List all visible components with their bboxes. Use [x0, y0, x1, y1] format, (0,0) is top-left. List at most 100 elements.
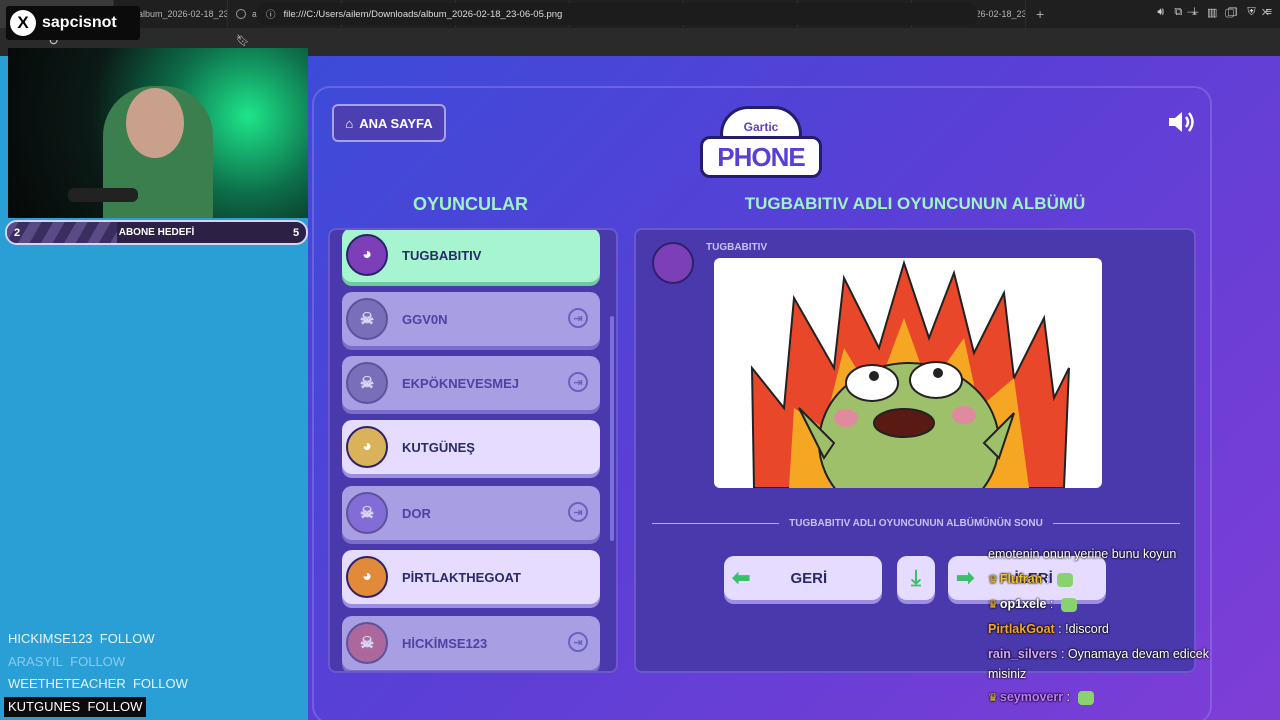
microphone — [68, 188, 138, 202]
player-row[interactable]: ◕ PİRTLAKTHEGOAT — [342, 550, 600, 604]
arrow-left-icon: ⬅ — [732, 565, 751, 590]
album-end-label: TUGBABITIV ADLI OYUNCUNUN ALBÜMÜNÜN SONU — [789, 518, 1043, 529]
players-scrollbar[interactable] — [610, 316, 614, 541]
player-name: DOR — [402, 505, 431, 521]
follow-action: FOLLOW — [87, 698, 143, 714]
follow-row: ARASYIL FOLLOW — [4, 652, 129, 672]
chat-separator: : — [1046, 597, 1057, 611]
fire-frog-drawing — [750, 259, 1070, 488]
back-button[interactable]: ⬅ GERİ — [724, 556, 882, 600]
goal-target: 5 — [292, 226, 300, 239]
bookmark-icon[interactable]: 🔖︎ — [236, 34, 250, 47]
player-avatar: ☠ — [346, 492, 388, 534]
album-drawing — [714, 258, 1102, 488]
streamer-head — [126, 88, 184, 158]
chat-text: !discord — [1065, 622, 1109, 636]
album-title: TUGBABITIV ADLI OYUNCUNUN ALBÜMÜ — [744, 194, 1086, 213]
album-author: TUGBABITIV — [706, 242, 768, 253]
home-icon: ⌂ — [345, 115, 354, 131]
menu-icon[interactable]: ≡ — [1266, 6, 1272, 19]
home-button[interactable]: ⌂ ANA SAYFA — [332, 104, 446, 142]
chat-username: op1xele — [999, 597, 1047, 611]
player-avatar: ☠ — [346, 622, 388, 664]
logo-bottom: PHONE — [700, 136, 822, 178]
player-name: PİRTLAKTHEGOAT — [402, 569, 521, 585]
crown-badge-icon: ♛ — [988, 599, 998, 611]
follow-row: HICKIMSE123 FOLLOW — [4, 629, 159, 649]
player-avatar: ☠ — [346, 298, 388, 340]
download-button[interactable]: ⤓ — [897, 556, 935, 600]
extensions-icon[interactable]: ⧉ — [1174, 6, 1182, 19]
follow-action: FOLLOW — [70, 653, 126, 669]
player-name: KUTGÜNEŞ — [402, 439, 475, 455]
chat-message: emotenin onun yerine bunu koyun — [988, 544, 1238, 566]
webcam-feed — [8, 48, 308, 218]
chat-username: PirtlakGoat — [988, 622, 1055, 636]
follow-row: KUTGUNES FOLLOW — [4, 696, 147, 717]
player-row[interactable]: ◕ KUTGÜNEŞ — [342, 420, 600, 474]
follower-name: ARASYIL — [8, 653, 63, 669]
follower-name: KUTGUNES — [8, 698, 81, 714]
players-title: OYUNCULAR — [413, 194, 528, 214]
chat-message: rain_silvers : Oynamaya devam edicek mis… — [988, 644, 1238, 684]
file-icon — [236, 9, 246, 19]
frog-emote-icon — [1077, 690, 1094, 705]
arrow-right-icon: ➡ — [956, 565, 975, 590]
follower-name: WEETHETEACHER — [8, 676, 126, 691]
disconnected-icon: ⇥ — [568, 632, 588, 652]
chat-separator: : — [1063, 690, 1074, 704]
disconnected-icon: ⇥ — [568, 308, 588, 328]
follow-action: FOLLOW — [99, 631, 155, 646]
disconnected-icon: ⇥ — [568, 502, 588, 522]
x-handle: sapcisnot — [42, 14, 117, 31]
player-name: TUGBABITIV — [402, 247, 482, 263]
download-icon: ⤓ — [911, 565, 921, 590]
follow-row: WEETHETEACHER FOLLOW — [4, 674, 192, 694]
player-avatar: ◕ — [346, 426, 388, 468]
player-name: HİCKİMSE123 — [402, 635, 488, 651]
info-icon: ⓘ — [266, 10, 276, 21]
player-row[interactable]: ☠ HİCKİMSE123 ⇥ — [342, 616, 600, 670]
player-row[interactable]: ☠ EKPÖKNEVESMEJ ⇥ — [342, 356, 600, 410]
back-button-label: GERİ — [790, 569, 828, 587]
logo-top: Gartic — [720, 106, 802, 140]
chat-message: ♛ seymoverr : — [988, 687, 1238, 709]
player-row[interactable]: ◕ TUGBABITIV — [342, 230, 600, 282]
chat-message: ♛ op1xele : — [988, 594, 1238, 616]
frog-emote-icon — [1056, 572, 1073, 587]
player-row[interactable]: ☠ DOR ⇥ — [342, 486, 600, 540]
chat-message: PirtlakGoat : !discord — [988, 619, 1238, 641]
sound-icon[interactable] — [1166, 108, 1196, 136]
tab-label: album_2026-02-18_23 — [138, 9, 228, 19]
player-row[interactable]: ☠ GGV0N ⇥ — [342, 292, 600, 346]
url-field[interactable]: ⓘ file:///C:/Users/ailem/Downloads/album… — [256, 3, 978, 25]
goal-label: ABONE HEDEFİ — [118, 227, 195, 238]
players-panel: ◕ TUGBABITIV ☠ GGV0N ⇥ ☠ EKPÖKNEVESMEJ ⇥ ◕ KUTGÜN… — [328, 228, 618, 673]
stream-chat: emotenin onun yerine bunu koyun ♛ Flufran … — [988, 544, 1238, 712]
new-tab-icon[interactable]: + — [1036, 6, 1044, 22]
sidebar-icon[interactable]: ▥ — [1207, 6, 1217, 19]
player-avatar: ◕ — [346, 556, 388, 598]
downloads-icon[interactable]: ⤓ — [1192, 6, 1197, 19]
follow-action: FOLLOW — [132, 676, 188, 691]
player-avatar: ☠ — [346, 362, 388, 404]
divider-line-left — [652, 523, 780, 524]
chat-username: Flufran — [999, 572, 1043, 586]
crown-badge-icon: ♛ — [988, 692, 998, 704]
shield-icon[interactable]: ⛨ — [1247, 6, 1255, 19]
goal-current: 2 — [13, 226, 21, 239]
chat-separator: : — [1042, 572, 1053, 586]
disconnected-icon: ⇥ — [568, 372, 588, 392]
player-avatar: ◕ — [346, 234, 388, 276]
url-text: file:///C:/Users/ailem/Downloads/album_2… — [283, 8, 563, 20]
x-handle-badge: X sapcisnot — [6, 6, 140, 40]
player-name: EKPÖKNEVESMEJ — [402, 375, 520, 391]
chat-separator: : — [1054, 622, 1066, 636]
read-aloud-icon[interactable]: 🔊︎ — [1157, 6, 1164, 19]
collections-icon[interactable]: ❐ — [1227, 6, 1237, 19]
crown-badge-icon: ♛ — [988, 574, 998, 586]
frog-emote-icon — [1060, 597, 1077, 612]
follower-name: HICKIMSE123 — [8, 631, 93, 646]
home-button-label: ANA SAYFA — [359, 115, 433, 131]
gartic-phone-logo: Gartic PHONE — [700, 106, 822, 182]
